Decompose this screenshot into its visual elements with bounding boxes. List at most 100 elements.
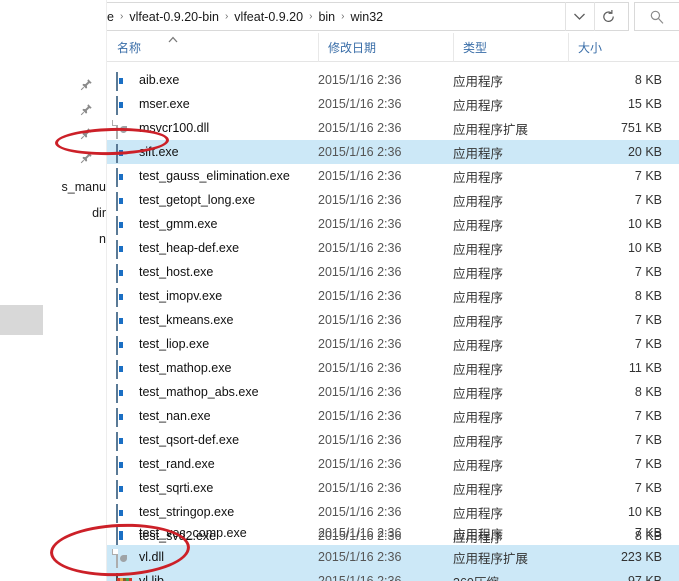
exe-icon	[116, 192, 131, 211]
file-date: 2015/1/16 2:36	[318, 361, 402, 375]
column-header-date-label: 修改日期	[328, 41, 377, 55]
table-row[interactable]: test_sqrti.exe 2015/1/16 2:36 应用程序 7 KB	[107, 476, 679, 500]
table-row[interactable]: test_rand.exe 2015/1/16 2:36 应用程序 7 KB	[107, 452, 679, 476]
file-size: 10 KB	[627, 241, 662, 255]
table-row[interactable]: test_imopv.exe 2015/1/16 2:36 应用程序 8 KB	[107, 284, 679, 308]
file-size: 7 KB	[634, 457, 662, 471]
file-size: 7 KB	[634, 526, 662, 540]
file-name: test_gmm.exe	[139, 217, 218, 231]
dll-icon	[116, 120, 131, 139]
file-type: 应用程序	[453, 362, 504, 377]
table-row[interactable]: test_mathop_abs.exe 2015/1/16 2:36 应用程序 …	[107, 380, 679, 404]
file-name: test_heap-def.exe	[139, 241, 240, 255]
file-size: 8 KB	[634, 73, 662, 87]
file-type: 应用程序	[453, 527, 504, 542]
file-type: 应用程序	[453, 194, 504, 209]
file-size: 11 KB	[628, 361, 662, 375]
exe-icon	[116, 72, 131, 91]
file-date: 2015/1/16 2:36	[318, 574, 402, 581]
file-size: 15 KB	[627, 97, 662, 111]
table-row[interactable]: test_nan.exe 2015/1/16 2:36 应用程序 7 KB	[107, 404, 679, 428]
refresh-icon[interactable]	[594, 2, 622, 31]
column-header-size-label: 大小	[578, 41, 603, 55]
file-name: test_rand.exe	[139, 457, 215, 471]
table-row[interactable]: test_mathop.exe 2015/1/16 2:36 应用程序 11 K…	[107, 356, 679, 380]
exe-icon	[116, 168, 131, 187]
file-name: mser.exe	[139, 97, 190, 111]
file-list[interactable]: aib.exe 2015/1/16 2:36 应用程序 8 KB mser.ex…	[107, 62, 679, 581]
exe-icon	[116, 312, 131, 331]
table-row[interactable]: test_host.exe 2015/1/16 2:36 应用程序 7 KB	[107, 260, 679, 284]
file-date: 2015/1/16 2:36	[318, 169, 402, 183]
exe-icon	[116, 360, 131, 379]
column-header-name[interactable]: 名称	[108, 33, 318, 62]
file-name: vl.dll	[139, 550, 165, 564]
file-name: test_sqrti.exe	[139, 481, 214, 495]
file-name: aib.exe	[139, 73, 180, 87]
file-date: 2015/1/16 2:36	[318, 145, 402, 159]
file-date: 2015/1/16 2:36	[318, 289, 402, 303]
file-name: vl.lib	[139, 574, 165, 581]
nav-item-truncated-3[interactable]: n	[99, 232, 106, 246]
table-row[interactable]: test_gauss_elimination.exe 2015/1/16 2:3…	[107, 164, 679, 188]
table-row[interactable]: test_qsort-def.exe 2015/1/16 2:36 应用程序 7…	[107, 428, 679, 452]
breadcrumb-item-vlfeat-bin[interactable]: vlfeat-0.9.20-bin	[124, 8, 224, 26]
pin-icon[interactable]	[80, 127, 93, 140]
file-date: 2015/1/16 2:36	[318, 73, 402, 87]
file-size: 8 KB	[634, 289, 662, 303]
search-input[interactable]	[634, 2, 679, 31]
file-date: 2015/1/16 2:36	[318, 550, 402, 564]
chevron-down-icon[interactable]	[565, 2, 593, 31]
table-row[interactable]: test_vec_comp.exe 2015/1/16 2:36 应用程序 7 …	[107, 521, 679, 545]
file-date: 2015/1/16 2:36	[318, 337, 402, 351]
file-type: 应用程序	[453, 314, 504, 329]
exe-icon	[116, 525, 131, 544]
nav-item-truncated-1[interactable]: s_manu	[62, 180, 106, 194]
file-date: 2015/1/16 2:36	[318, 481, 402, 495]
table-row[interactable]: sift.exe 2015/1/16 2:36 应用程序 20 KB	[107, 140, 679, 164]
file-type: 应用程序	[453, 146, 504, 161]
file-date: 2015/1/16 2:36	[318, 313, 402, 327]
file-size: 223 KB	[620, 550, 662, 564]
table-row[interactable]: test_gmm.exe 2015/1/16 2:36 应用程序 10 KB	[107, 212, 679, 236]
search-icon	[650, 10, 664, 24]
table-row[interactable]: test_getopt_long.exe 2015/1/16 2:36 应用程序…	[107, 188, 679, 212]
file-date: 2015/1/16 2:36	[318, 97, 402, 111]
pin-icon[interactable]	[80, 78, 93, 91]
file-size: 7 KB	[634, 481, 662, 495]
file-type: 应用程序	[453, 74, 504, 89]
exe-icon	[116, 432, 131, 451]
nav-item-truncated-2[interactable]: dir	[92, 206, 106, 220]
breadcrumb-item-bin[interactable]: bin	[313, 8, 340, 26]
navigation-pane: s_manu dir n	[0, 0, 107, 581]
breadcrumb-item-win32[interactable]: win32	[345, 8, 388, 26]
table-row[interactable]: mser.exe 2015/1/16 2:36 应用程序 15 KB	[107, 92, 679, 116]
table-row[interactable]: vl.lib 2015/1/16 2:36 360压缩 97 KB	[107, 569, 679, 581]
exe-icon	[116, 288, 131, 307]
pin-icon[interactable]	[80, 103, 93, 116]
table-row[interactable]: msvcr100.dll 2015/1/16 2:36 应用程序扩展 751 K…	[107, 116, 679, 140]
file-type: 应用程序	[453, 290, 504, 305]
breadcrumb-item-vlfeat[interactable]: vlfeat-0.9.20	[229, 8, 308, 26]
pin-icon[interactable]	[80, 151, 93, 164]
file-date: 2015/1/16 2:36	[318, 433, 402, 447]
column-header-name-label: 名称	[117, 41, 142, 55]
file-date: 2015/1/16 2:36	[318, 193, 402, 207]
file-name: test_imopv.exe	[139, 289, 223, 303]
file-date: 2015/1/16 2:36	[318, 385, 402, 399]
column-header-size[interactable]: 大小	[568, 33, 679, 62]
table-row[interactable]: test_kmeans.exe 2015/1/16 2:36 应用程序 7 KB	[107, 308, 679, 332]
table-row[interactable]: vl.dll 2015/1/16 2:36 应用程序扩展 223 KB	[107, 545, 679, 569]
column-header-date-modified[interactable]: 修改日期	[318, 33, 453, 62]
nav-pane-selected-block[interactable]	[0, 305, 43, 335]
refresh-glyph	[603, 9, 614, 22]
exe-icon	[116, 408, 131, 427]
table-row[interactable]: test_heap-def.exe 2015/1/16 2:36 应用程序 10…	[107, 236, 679, 260]
file-date: 2015/1/16 2:36	[318, 409, 402, 423]
column-header-type[interactable]: 类型	[453, 33, 568, 62]
file-name: test_host.exe	[139, 265, 214, 279]
file-type: 应用程序	[453, 434, 504, 449]
table-row[interactable]: aib.exe 2015/1/16 2:36 应用程序 8 KB	[107, 68, 679, 92]
table-row[interactable]: test_liop.exe 2015/1/16 2:36 应用程序 7 KB	[107, 332, 679, 356]
exe-icon	[116, 264, 131, 283]
